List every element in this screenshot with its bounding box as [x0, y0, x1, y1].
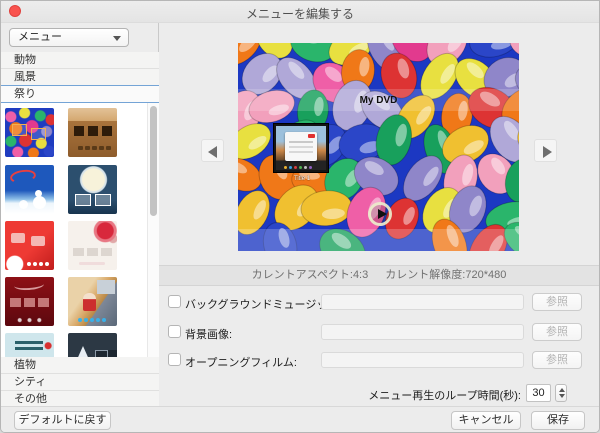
main-panel: My DVD Title 1 カレントアスペクト:4:3 カレント解像度:720…: [159, 23, 599, 406]
stepper-up-icon[interactable]: [559, 388, 565, 392]
template-thumb-christmas-girl-photo[interactable]: [68, 277, 117, 326]
background-music-row: バックグラウンドミュージック: 参照: [159, 293, 599, 311]
edit-menu-dialog: メニューを編集する メニュー 動物 風景 祭り 植物 シティ その他: [0, 0, 600, 433]
background-image-label: 背景画像:: [185, 326, 232, 342]
template-thumb-christmas-tree-navy[interactable]: [68, 333, 117, 357]
save-button[interactable]: 保存: [531, 411, 585, 430]
template-thumb-merry-christmas-mint[interactable]: [5, 333, 54, 357]
loop-time-label: メニュー再生のループ時間(秒):: [368, 387, 521, 403]
loop-time-stepper[interactable]: [555, 384, 567, 402]
menu-item-thumbnail[interactable]: [273, 123, 329, 173]
current-aspect-label: カレントアスペクト:4:3: [252, 269, 369, 281]
menu-type-dropdown[interactable]: メニュー: [9, 28, 129, 47]
dialog-title: メニューを編集する: [1, 5, 599, 22]
template-thumb-christmas-night-moon[interactable]: [68, 165, 117, 214]
sidebar-item-festival[interactable]: 祭り: [1, 85, 159, 103]
next-template-button[interactable]: [534, 139, 557, 162]
template-thumb-wood-photo-frames[interactable]: [68, 108, 117, 157]
dropdown-selected-value: メニュー: [18, 31, 62, 43]
thumbnails-scrollbar[interactable]: [147, 103, 159, 357]
menu-preview-canvas[interactable]: My DVD Title 1: [238, 43, 519, 251]
footer-bar: デフォルトに戻す キャンセル 保存: [1, 406, 599, 432]
sidebar-item-animals[interactable]: 動物: [1, 52, 159, 69]
background-music-browse-button[interactable]: 参照: [532, 293, 582, 311]
screenshot-dialog: [285, 132, 317, 161]
scrollbar-thumb[interactable]: [150, 106, 157, 216]
chevron-down-icon: [113, 36, 121, 41]
opening-film-browse-button[interactable]: 参照: [532, 351, 582, 369]
opening-film-checkbox[interactable]: [168, 353, 181, 366]
background-image-input[interactable]: [321, 324, 524, 340]
stepper-down-icon[interactable]: [559, 394, 565, 398]
sidebar-item-scenery[interactable]: 風景: [1, 69, 159, 86]
template-thumbnail-list: [1, 103, 159, 357]
background-image-browse-button[interactable]: 参照: [532, 323, 582, 341]
menu-overlay-band-bottom: [238, 229, 519, 251]
cancel-button[interactable]: キャンセル: [451, 411, 521, 430]
dvd-menu-title: My DVD: [238, 95, 519, 106]
opening-film-input[interactable]: [321, 352, 524, 368]
opening-film-label: オープニングフィルム:: [185, 354, 297, 370]
template-sidebar: メニュー 動物 風景 祭り 植物 シティ その他: [1, 23, 159, 406]
chevron-left-icon: [208, 146, 217, 158]
status-bar: カレントアスペクト:4:3 カレント解像度:720*480: [159, 265, 599, 286]
template-thumb-white-rose[interactable]: [68, 221, 117, 270]
sidebar-item-city[interactable]: シティ: [1, 374, 159, 391]
background-music-input[interactable]: [321, 294, 524, 310]
screenshot-art: [276, 126, 326, 170]
background-image-checkbox[interactable]: [168, 325, 181, 338]
background-music-label: バックグラウンドミュージック:: [185, 296, 341, 312]
current-resolution-label: カレント解像度:720*480: [385, 269, 506, 281]
loop-time-row: メニュー再生のループ時間(秒): 30: [159, 384, 599, 402]
sidebar-item-plants[interactable]: 植物: [1, 357, 159, 374]
play-button-icon: [368, 202, 392, 226]
template-thumb-merry-christmas-red[interactable]: [5, 277, 54, 326]
reset-default-button[interactable]: デフォルトに戻す: [14, 411, 111, 430]
chevron-right-icon: [543, 146, 552, 158]
prev-template-button[interactable]: [201, 139, 224, 162]
opening-film-row: オープニングフィルム: 参照: [159, 351, 599, 369]
title-bar: メニューを編集する: [1, 1, 599, 23]
loop-time-value[interactable]: 30: [526, 384, 551, 402]
menu-item-label: Title 1: [273, 176, 331, 182]
background-music-checkbox[interactable]: [168, 295, 181, 308]
template-thumb-candy-festival[interactable]: [5, 108, 54, 157]
template-thumb-santa-hat-red[interactable]: [5, 221, 54, 270]
template-thumb-christmas-snowman-blue[interactable]: [5, 165, 54, 214]
background-image-row: 背景画像: 参照: [159, 323, 599, 341]
